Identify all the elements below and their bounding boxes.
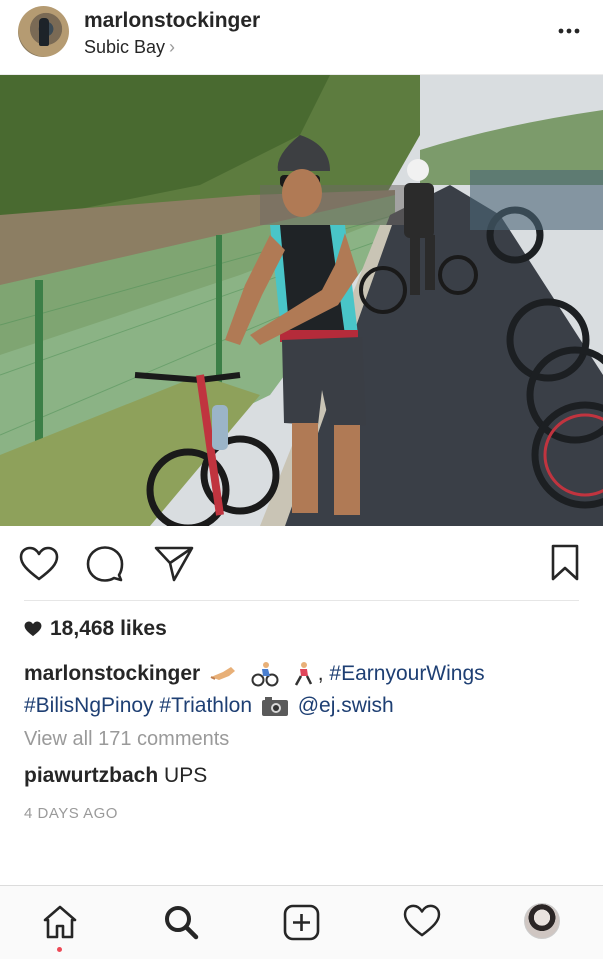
home-icon[interactable] (42, 904, 78, 940)
divider (24, 600, 579, 601)
home-notification-dot (57, 947, 62, 952)
heart-filled-icon (24, 621, 42, 637)
bottom-nav (0, 885, 603, 959)
likes-count[interactable]: 18,468 likes (24, 617, 167, 641)
share-icon[interactable] (153, 545, 195, 583)
comment-row: piawurtzbach UPS (24, 764, 207, 788)
hashtag-bilisngpinoy[interactable]: #BilisNgPinoy (24, 694, 154, 717)
heart-icon[interactable] (19, 546, 59, 582)
post-header: marlonstockinger Subic Bay › (0, 0, 603, 75)
likes-label: 18,468 likes (50, 617, 167, 640)
post-actions (0, 526, 603, 600)
mention-ej-swish[interactable]: @ej.swish (298, 694, 394, 717)
chevron-right-icon: › (169, 37, 176, 57)
comment-icon[interactable] (86, 545, 124, 583)
caption-username[interactable]: marlonstockinger (24, 662, 200, 685)
hashtag-triathlon[interactable]: #Triathlon (159, 694, 252, 717)
bookmark-icon[interactable] (550, 544, 580, 582)
post-timestamp: 4 DAYS AGO (24, 805, 118, 822)
search-icon[interactable] (163, 904, 199, 940)
post-location[interactable]: Subic Bay › (84, 37, 175, 58)
activity-heart-icon[interactable] (403, 904, 441, 938)
more-options-icon[interactable] (557, 21, 581, 41)
profile-avatar[interactable] (524, 903, 560, 939)
post-caption: marlonstockinger , #EarnyourWings #Bilis… (24, 662, 485, 717)
user-avatar[interactable] (18, 6, 69, 57)
flexed-biceps-emoji (210, 667, 236, 681)
post-photo[interactable] (0, 75, 603, 526)
cyclist-emoji (251, 662, 279, 687)
view-all-comments-link[interactable]: View all 171 comments (24, 728, 229, 751)
comment-username[interactable]: piawurtzbach (24, 764, 158, 787)
post-username[interactable]: marlonstockinger (84, 9, 260, 33)
comment-text: UPS (164, 764, 208, 787)
location-label: Subic Bay (84, 37, 166, 57)
add-post-icon[interactable] (283, 904, 320, 941)
runner-emoji (294, 662, 312, 687)
hashtag-earnyourwings[interactable]: #EarnyourWings (329, 662, 484, 685)
camera-emoji (261, 697, 288, 717)
